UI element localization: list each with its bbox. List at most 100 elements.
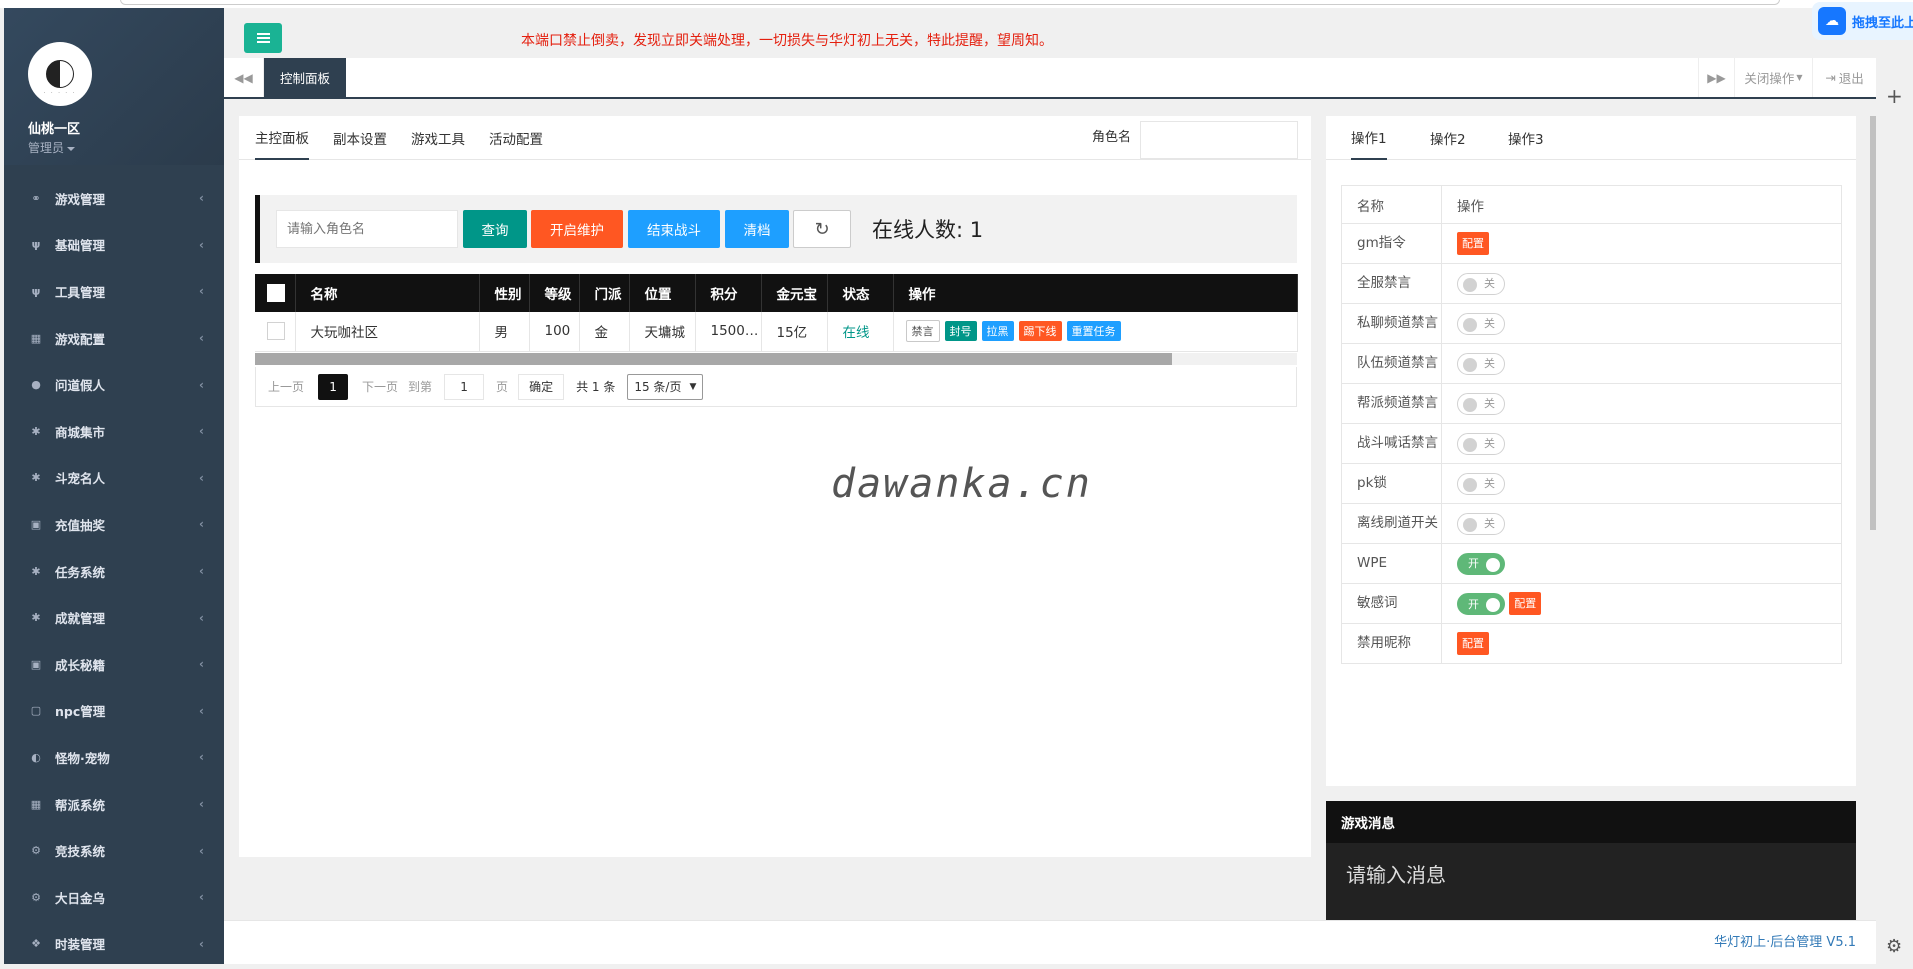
logout-button[interactable]: ⇥ 退出 [1812,58,1876,97]
cell-status: 在线 [827,312,894,352]
link-icon: ⚭ [31,191,41,205]
column-header: 金元宝 [761,274,828,312]
forward-icon: ▶▶ [1707,70,1726,85]
current-page[interactable]: 1 [318,373,349,400]
sidebar-item[interactable]: ● 问道假人 ‹ [4,361,224,408]
toggle-switch[interactable]: 开 [1457,552,1505,575]
select-all-cell [255,274,296,312]
operation-name: 私聊频道禁言 [1341,303,1442,344]
sidebar-item[interactable]: ▦ 帮派系统 ‹ [4,781,224,828]
config-button[interactable]: 配置 [1457,632,1489,655]
toggle-switch[interactable]: 关 [1457,432,1505,455]
sidebar-item[interactable]: ▢ npc管理 ‹ [4,688,224,735]
sidebar-item-label: 基础管理 [55,238,106,254]
refresh-button[interactable]: ↻ [793,210,851,248]
tab-operation-1[interactable]: 操作1 [1351,116,1387,160]
sidebar-item[interactable]: ✱ 成就管理 ‹ [4,594,224,641]
tab-control-panel[interactable]: 控制面板 [264,58,346,97]
sidebar-item[interactable]: ✱ 斗宠名人 ‹ [4,455,224,502]
row-checkbox[interactable] [267,322,285,341]
tab-operation-3[interactable]: 操作3 [1508,116,1544,160]
avatar[interactable]: · · · · · [28,42,92,106]
query-button[interactable]: 查询 [463,210,527,248]
blacklist-button[interactable]: 拉黑 [981,321,1014,342]
plus-icon[interactable]: + [1886,84,1903,108]
horizontal-scrollbar[interactable] [255,353,1297,365]
cloud-upload-badge[interactable]: ☁ 拖拽至此上 [1812,2,1913,40]
tab-operation-2[interactable]: 操作2 [1430,116,1466,160]
table-header-row: 名称 性别 等级 门派 位置 积分 金元宝 状态 操作 [255,274,1298,312]
chevron-left-icon: ‹ [199,657,204,672]
prev-page-button[interactable]: 上一页 [268,378,304,395]
avatar-caption: · · · · · [43,90,77,96]
vertical-scrollbar[interactable] [1870,116,1876,530]
tab-main-control[interactable]: 主控面板 [255,116,309,160]
select-all-checkbox[interactable] [267,284,285,302]
sidebar-item[interactable]: ⚭ 游戏管理 ‹ [4,175,224,222]
sidebar-item[interactable]: ⚙ 大日金乌 ‹ [4,874,224,921]
table-row[interactable]: 大玩咖社区男 100 金天墉城 1500… 15亿 在线 禁言 封号 拉黑 踢下线 重置任务 [255,312,1298,352]
chevron-left-icon: ‹ [199,331,204,346]
end-fight-button[interactable]: 结束战斗 [628,210,720,248]
address-bar[interactable] [120,0,1780,5]
gear-icon[interactable]: ⚙ [1886,936,1902,957]
role-dropdown[interactable]: 管理员 [28,139,224,156]
sidebar-item[interactable]: ▣ 充值抽奖 ‹ [4,501,224,548]
mute-button[interactable]: 禁言 [905,320,940,343]
kick-button[interactable]: 踢下线 [1018,321,1062,342]
cell-gender: 男 [479,312,530,352]
page-size-select[interactable]: 15 条/页 ▼ [627,373,704,400]
sidebar-item[interactable]: ✱ 商城集市 ‹ [4,408,224,455]
tab-game-tools[interactable]: 游戏工具 [411,116,465,160]
message-input[interactable]: 请输入消息 [1326,843,1856,904]
clear-data-button[interactable]: 清档 [725,210,789,248]
toggle-switch[interactable]: 关 [1457,352,1505,375]
close-operations-dropdown[interactable]: 关闭操作 ▼ [1734,58,1812,97]
sidebar-item[interactable]: ❖ 时装管理 ‹ [4,921,224,965]
sidebar-item[interactable]: ▦ 游戏配置 ‹ [4,315,224,362]
sidebar-item[interactable]: ψ 基础管理 ‹ [4,222,224,269]
toggle-switch[interactable]: 开 [1457,593,1505,615]
role-name-input[interactable] [1140,121,1298,159]
config-button[interactable]: 配置 [1509,592,1542,615]
operation-row: gm指令 配置 [1341,223,1842,264]
sidebar-item[interactable]: ✱ 任务系统 ‹ [4,548,224,595]
goto-label: 到第 [408,380,433,394]
column-header: 位置 [629,274,696,312]
search-input[interactable] [276,210,458,248]
sidebar-item[interactable]: ◐ 怪物·宠物 ‹ [4,734,224,781]
toggle-switch[interactable]: 关 [1457,512,1505,535]
goto-confirm-button[interactable]: 确定 [518,373,565,400]
operation-name: 战斗喊话禁言 [1341,423,1442,464]
sidebar-item[interactable]: ψ 工具管理 ‹ [4,268,224,315]
main-tabs: 主控面板 副本设置 游戏工具 活动配置 角色名 [239,116,1311,160]
toolbar: 查询 开启维护 结束战斗 清档 ↻ 在线人数: 1 [255,195,1297,263]
column-header: 等级 [529,274,580,312]
main-control-panel: 主控面板 副本设置 游戏工具 活动配置 角色名 查询 开启维护 结束战斗 清档 … [239,116,1311,857]
scrollbar-thumb[interactable] [255,353,1172,365]
sidebar-item[interactable]: ⚙ 竞技系统 ‹ [4,827,224,874]
operation-control: 开 配置 [1441,583,1842,624]
config-button[interactable]: 配置 [1457,232,1489,255]
tab-scroll-right-button[interactable]: ▶▶ [1698,58,1734,97]
tab-event-config[interactable]: 活动配置 [489,116,543,160]
chevron-left-icon: ‹ [199,936,204,951]
toggle-switch[interactable]: 关 [1457,272,1505,295]
reset-task-button[interactable]: 重置任务 [1066,321,1121,342]
next-page-button[interactable]: 下一页 [362,378,398,395]
toggle-switch[interactable]: 关 [1457,392,1505,415]
toggle-switch[interactable]: 关 [1457,472,1505,495]
goto-page-input[interactable]: 1 [444,373,485,400]
maintenance-button[interactable]: 开启维护 [531,210,623,248]
sidebar-item[interactable]: ▣ 成长秘籍 ‹ [4,641,224,688]
sidebar-item-label: 商城集市 [55,424,106,440]
toggle-switch[interactable]: 关 [1457,312,1505,335]
chevron-left-icon: ‹ [199,517,204,532]
page-unit-label: 页 [496,380,509,394]
menu-toggle-button[interactable] [244,23,282,53]
ban-button[interactable]: 封号 [944,321,977,342]
cell-level: 100 [529,312,580,352]
tab-scroll-left-button[interactable]: ◀◀ [224,58,264,97]
tab-dungeon-settings[interactable]: 副本设置 [333,116,387,160]
asterisk-icon: ✱ [31,611,41,625]
